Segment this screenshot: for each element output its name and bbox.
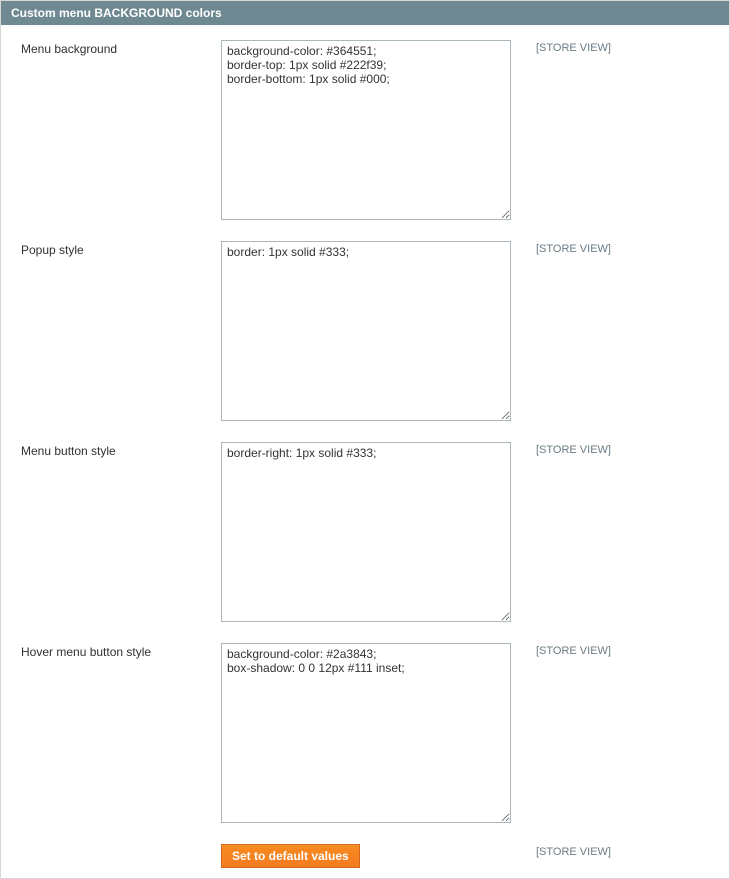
section-body: Menu background [STORE VIEW] Popup style… (1, 25, 729, 878)
field-label-menu-button-style: Menu button style (11, 442, 221, 458)
field-input-wrap (221, 40, 511, 223)
scope-label: [STORE VIEW] (511, 241, 631, 255)
menu-button-style-textarea[interactable] (221, 442, 511, 622)
actions-input-wrap: Set to default values (221, 844, 511, 868)
field-label-hover-menu-button-style: Hover menu button style (11, 643, 221, 659)
scope-label: [STORE VIEW] (511, 40, 631, 54)
actions-row: Set to default values [STORE VIEW] (11, 844, 719, 868)
field-popup-style: Popup style [STORE VIEW] (11, 241, 719, 424)
field-input-wrap (221, 241, 511, 424)
field-menu-button-style: Menu button style [STORE VIEW] (11, 442, 719, 625)
popup-style-textarea[interactable] (221, 241, 511, 421)
set-default-button[interactable]: Set to default values (221, 844, 360, 868)
field-hover-menu-button-style: Hover menu button style [STORE VIEW] (11, 643, 719, 826)
section-title: Custom menu BACKGROUND colors (1, 1, 729, 25)
scope-label: [STORE VIEW] (511, 643, 631, 657)
scope-label: [STORE VIEW] (511, 844, 631, 858)
field-input-wrap (221, 442, 511, 625)
field-label-menu-background: Menu background (11, 40, 221, 56)
hover-menu-button-style-textarea[interactable] (221, 643, 511, 823)
menu-background-textarea[interactable] (221, 40, 511, 220)
config-section: Custom menu BACKGROUND colors Menu backg… (0, 0, 730, 879)
actions-spacer (11, 844, 221, 846)
field-label-popup-style: Popup style (11, 241, 221, 257)
scope-label: [STORE VIEW] (511, 442, 631, 456)
field-input-wrap (221, 643, 511, 826)
field-menu-background: Menu background [STORE VIEW] (11, 40, 719, 223)
